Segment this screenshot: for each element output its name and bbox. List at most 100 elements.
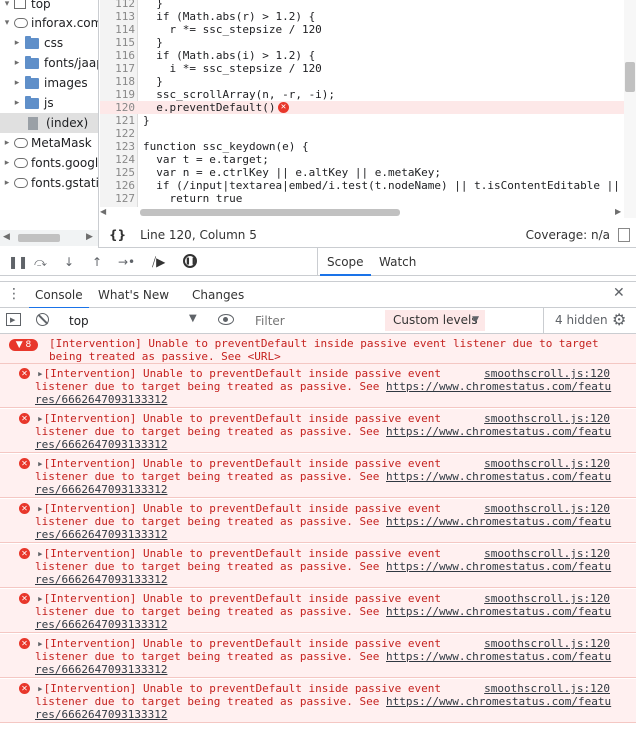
show-sidebar-icon[interactable]: ▶ <box>6 313 21 326</box>
message-text[interactable]: ▸[Intervention] Unable to preventDefault… <box>35 367 611 406</box>
console-message[interactable]: ✕ ▸[Intervention] Unable to preventDefaul… <box>0 454 636 498</box>
filter-input[interactable] <box>249 310 385 331</box>
code-line[interactable]: 119 ssc_scrollArray(n, -r, -i); <box>100 88 624 101</box>
step-into-icon[interactable]: ↓ <box>64 255 74 269</box>
pretty-print-button[interactable]: {} <box>109 228 126 242</box>
code-editor[interactable]: 112 } 113 if (Math.abs(r) > 1.2) {114 r *… <box>100 0 624 218</box>
message-text[interactable]: ▸[Intervention] Unable to preventDefault… <box>35 547 611 586</box>
tree-item-css[interactable]: ▸ css <box>0 33 63 53</box>
tab-scope[interactable]: Scope <box>320 248 371 276</box>
message-url-link[interactable]: https://www.chromestatus.com/featu <box>386 515 611 528</box>
scrollbar-thumb[interactable] <box>625 62 635 92</box>
code-line[interactable]: 127 return true <box>100 192 624 205</box>
message-url-link[interactable]: res/6662647093133312 <box>35 708 167 721</box>
console-message[interactable]: ✕ ▸[Intervention] Unable to preventDefaul… <box>0 679 636 723</box>
line-number[interactable]: 117 <box>100 62 135 75</box>
tab-watch[interactable]: Watch <box>372 248 423 276</box>
message-text[interactable]: ▸[Intervention] Unable to preventDefault… <box>35 637 611 676</box>
source-link[interactable]: smoothscroll.js:120 <box>484 682 610 695</box>
context-selector[interactable]: top ▼ <box>59 311 209 331</box>
message-url-link[interactable]: res/6662647093133312 <box>35 438 167 451</box>
tab-console[interactable]: Console <box>29 282 89 309</box>
tree-item-js[interactable]: ▸ js <box>0 93 54 113</box>
scroll-left-icon[interactable]: ◀ <box>3 232 10 242</box>
message-url-link[interactable]: https://www.chromestatus.com/featu <box>386 695 611 708</box>
line-number[interactable]: 121 <box>100 114 135 127</box>
source-link[interactable]: smoothscroll.js:120 <box>484 412 610 425</box>
gear-icon[interactable]: ⚙ <box>612 310 626 329</box>
message-url-link[interactable]: https://www.chromestatus.com/featu <box>386 650 611 663</box>
expand-arrow-icon[interactable]: ▸ <box>37 682 44 695</box>
expand-arrow-icon[interactable]: ▸ <box>37 457 44 470</box>
expand-arrow-icon[interactable]: ▸ <box>37 637 44 650</box>
close-icon[interactable]: ✕ <box>613 285 625 301</box>
message-url-link[interactable]: res/6662647093133312 <box>35 663 167 676</box>
line-number[interactable]: 114 <box>100 23 135 36</box>
line-number[interactable]: 125 <box>100 166 135 179</box>
console-message[interactable]: ✕ ▸[Intervention] Unable to preventDefaul… <box>0 499 636 543</box>
line-number[interactable]: 120 <box>100 101 135 114</box>
tab-changes[interactable]: Changes <box>186 282 250 309</box>
pause-icon[interactable]: ❚❚ <box>8 255 28 269</box>
code-line[interactable]: 114 r *= ssc_stepsize / 120 <box>100 23 624 36</box>
message-text[interactable]: ▸[Intervention] Unable to preventDefault… <box>35 592 611 631</box>
error-marker-icon[interactable]: ✕ <box>278 102 289 113</box>
code-line[interactable]: 116 if (Math.abs(i) > 1.2) { <box>100 49 624 62</box>
scroll-right-icon[interactable]: ▶ <box>615 207 621 216</box>
tree-item-inforax[interactable]: ▾ inforax.com <box>0 13 98 33</box>
tree-item-index[interactable]: (index) <box>0 113 98 133</box>
message-text[interactable]: ▸[Intervention] Unable to preventDefault… <box>35 457 611 496</box>
more-options-icon[interactable]: ⋮ <box>7 286 21 302</box>
message-text[interactable]: ▸[Intervention] Unable to preventDefault… <box>35 502 611 541</box>
code-line[interactable]: 117 i *= ssc_stepsize / 120 <box>100 62 624 75</box>
code-line[interactable]: 113 if (Math.abs(r) > 1.2) { <box>100 10 624 23</box>
line-number[interactable]: 124 <box>100 153 135 166</box>
eye-icon[interactable] <box>218 314 234 325</box>
message-url-link[interactable]: res/6662647093133312 <box>35 528 167 541</box>
expand-arrow-icon[interactable]: ▸ <box>37 592 44 605</box>
expand-arrow-icon[interactable]: ▸ <box>37 412 44 425</box>
toggle-sidebar-icon[interactable] <box>618 228 630 242</box>
console-message[interactable]: ✕ ▸[Intervention] Unable to preventDefaul… <box>0 409 636 453</box>
code-line[interactable]: 126 if (/input|textarea|embed/i.test(t.n… <box>100 179 624 192</box>
tree-item-fonts-gstatic[interactable]: ▸ fonts.gstati <box>0 173 98 193</box>
source-link[interactable]: smoothscroll.js:120 <box>484 457 610 470</box>
expand-arrow-icon[interactable]: ▸ <box>37 547 44 560</box>
code-line[interactable]: 120 e.preventDefault() ✕ <box>100 101 624 114</box>
tree-item-top[interactable]: ▾ top <box>0 0 51 14</box>
message-text[interactable]: ▸[Intervention] Unable to preventDefault… <box>35 412 611 451</box>
code-line[interactable]: 121} <box>100 114 624 127</box>
log-levels-dropdown[interactable]: Custom levels ▼ <box>385 310 485 331</box>
message-url-link[interactable]: res/6662647093133312 <box>35 393 167 406</box>
message-group[interactable]: ▼ 8 [Intervention] Unable to preventDefa… <box>0 334 636 364</box>
console-message[interactable]: ✕ ▸[Intervention] Unable to preventDefaul… <box>0 589 636 633</box>
code-line[interactable]: 118 } <box>100 75 624 88</box>
message-url-link[interactable]: res/6662647093133312 <box>35 618 167 631</box>
console-message[interactable]: ✕ ▸[Intervention] Unable to preventDefaul… <box>0 634 636 678</box>
tree-item-metamask[interactable]: ▸ MetaMask <box>0 133 92 153</box>
code-line[interactable]: 124 var t = e.target; <box>100 153 624 166</box>
line-number[interactable]: 127 <box>100 192 135 205</box>
line-number[interactable]: 116 <box>100 49 135 62</box>
line-number[interactable]: 112 <box>100 0 135 10</box>
line-number[interactable]: 123 <box>100 140 135 153</box>
source-link[interactable]: smoothscroll.js:120 <box>484 592 610 605</box>
message-url-link[interactable]: res/6662647093133312 <box>35 483 167 496</box>
message-url-link[interactable]: res/6662647093133312 <box>35 573 167 586</box>
line-number[interactable]: 122 <box>100 127 135 140</box>
pause-on-exceptions-icon[interactable]: ❚❚ <box>183 254 197 268</box>
code-line[interactable]: 122 <box>100 127 624 140</box>
message-text[interactable]: ▸[Intervention] Unable to preventDefault… <box>35 682 611 721</box>
navigator-scrollbar[interactable]: ◀ ▶ <box>0 230 98 246</box>
expand-arrow-icon[interactable]: ▸ <box>37 502 44 515</box>
step-icon[interactable]: →• <box>118 255 135 269</box>
source-link[interactable]: smoothscroll.js:120 <box>484 367 610 380</box>
code-line[interactable]: 115 } <box>100 36 624 49</box>
tree-item-fonts-google[interactable]: ▸ fonts.googl <box>0 153 98 173</box>
line-number[interactable]: 118 <box>100 75 135 88</box>
scroll-right-icon[interactable]: ▶ <box>86 232 93 242</box>
step-over-icon[interactable]: ⤼ <box>34 255 47 270</box>
step-out-icon[interactable]: ↑ <box>92 255 102 269</box>
console-message[interactable]: ✕ ▸[Intervention] Unable to preventDefaul… <box>0 364 636 408</box>
line-number[interactable]: 115 <box>100 36 135 49</box>
